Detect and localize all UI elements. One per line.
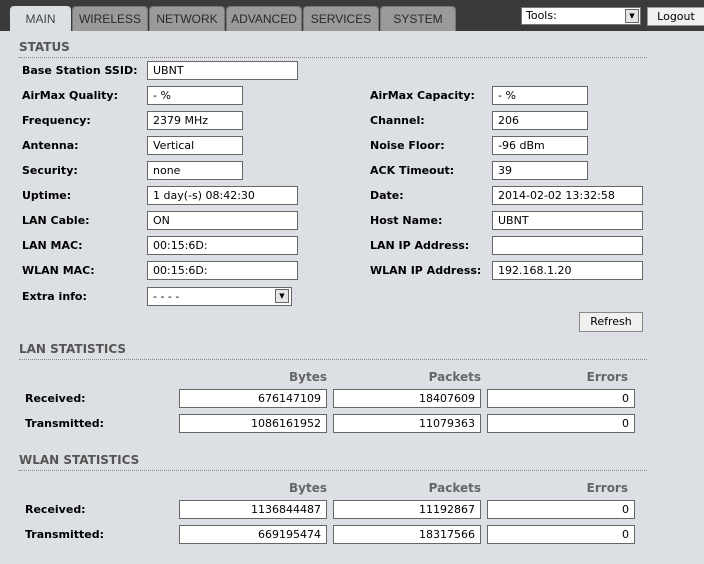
row-label: Received: bbox=[25, 503, 86, 516]
field-value: UBNT bbox=[492, 211, 643, 230]
field-value: 206 bbox=[492, 111, 588, 130]
field-label: AirMax Capacity: bbox=[370, 89, 475, 102]
field-value: UBNT bbox=[147, 61, 298, 80]
field-label: Base Station SSID: bbox=[22, 64, 138, 77]
chevron-down-icon[interactable]: ▼ bbox=[625, 9, 639, 23]
field-label: Uptime: bbox=[22, 189, 72, 202]
logout-button[interactable]: Logout bbox=[647, 7, 704, 26]
chevron-down-icon[interactable]: ▼ bbox=[275, 289, 289, 303]
field-label: WLAN IP Address: bbox=[370, 264, 482, 277]
divider bbox=[19, 57, 647, 58]
field-label: Antenna: bbox=[22, 139, 79, 152]
stat-value: 0 bbox=[487, 500, 635, 519]
field-label: WLAN MAC: bbox=[22, 264, 95, 277]
column-header-packets: Packets bbox=[428, 481, 481, 495]
field-label: AirMax Quality: bbox=[22, 89, 118, 102]
tools-label: Tools: bbox=[526, 9, 557, 22]
tab-system[interactable]: SYSTEM bbox=[380, 6, 456, 31]
column-header-errors: Errors bbox=[586, 481, 628, 495]
field-label: Frequency: bbox=[22, 114, 91, 127]
field-value: 192.168.1.20 bbox=[492, 261, 643, 280]
field-value: 2379 MHz bbox=[147, 111, 243, 130]
wlan-statistics-title: WLAN STATISTICS bbox=[19, 453, 140, 467]
stat-value: 0 bbox=[487, 525, 635, 544]
field-value: - % bbox=[147, 86, 243, 105]
tools-select[interactable]: Tools: ▼ bbox=[521, 7, 641, 25]
field-value: 1 day(-s) 08:42:30 bbox=[147, 186, 298, 205]
field-label: Security: bbox=[22, 164, 78, 177]
field-label: LAN IP Address: bbox=[370, 239, 470, 252]
stat-value: 0 bbox=[487, 389, 635, 408]
field-label: Date: bbox=[370, 189, 404, 202]
extra-info-select[interactable]: - - - - bbox=[147, 287, 292, 306]
field-value: 2014-02-02 13:32:58 bbox=[492, 186, 643, 205]
lan-statistics-title: LAN STATISTICS bbox=[19, 342, 127, 356]
field-label: LAN Cable: bbox=[22, 214, 90, 227]
field-label: LAN MAC: bbox=[22, 239, 83, 252]
stat-value: 0 bbox=[487, 414, 635, 433]
field-value: -96 dBm bbox=[492, 136, 588, 155]
field-value: 00:15:6D: bbox=[147, 236, 298, 255]
stat-value: 18317566 bbox=[333, 525, 481, 544]
stat-value: 11192867 bbox=[333, 500, 481, 519]
refresh-button[interactable]: Refresh bbox=[579, 312, 643, 332]
tab-network[interactable]: NETWORK bbox=[149, 6, 225, 31]
field-value: 00:15:6D: bbox=[147, 261, 298, 280]
field-value: ON bbox=[147, 211, 298, 230]
row-label: Received: bbox=[25, 392, 86, 405]
stat-value: 1136844487 bbox=[179, 500, 327, 519]
divider bbox=[19, 470, 647, 471]
stat-value: 669195474 bbox=[179, 525, 327, 544]
tab-main[interactable]: MAIN bbox=[10, 6, 71, 32]
field-label: ACK Timeout: bbox=[370, 164, 455, 177]
column-header-bytes: Bytes bbox=[289, 481, 327, 495]
stat-value: 1086161952 bbox=[179, 414, 327, 433]
tab-advanced[interactable]: ADVANCED bbox=[226, 6, 302, 31]
field-label: Noise Floor: bbox=[370, 139, 445, 152]
field-value: - % bbox=[492, 86, 588, 105]
field-value: none bbox=[147, 161, 243, 180]
column-header-packets: Packets bbox=[428, 370, 481, 384]
field-label: Extra info: bbox=[22, 290, 87, 303]
field-value: 39 bbox=[492, 161, 588, 180]
field-value bbox=[492, 236, 643, 255]
stat-value: 676147109 bbox=[179, 389, 327, 408]
stat-value: 18407609 bbox=[333, 389, 481, 408]
tab-wireless[interactable]: WIRELESS bbox=[72, 6, 148, 31]
field-label: Host Name: bbox=[370, 214, 443, 227]
tab-services[interactable]: SERVICES bbox=[303, 6, 379, 31]
column-header-errors: Errors bbox=[586, 370, 628, 384]
row-label: Transmitted: bbox=[25, 417, 105, 430]
row-label: Transmitted: bbox=[25, 528, 105, 541]
field-label: Channel: bbox=[370, 114, 425, 127]
divider bbox=[19, 359, 647, 360]
status-title: STATUS bbox=[19, 40, 70, 54]
stat-value: 11079363 bbox=[333, 414, 481, 433]
field-value: Vertical bbox=[147, 136, 243, 155]
column-header-bytes: Bytes bbox=[289, 370, 327, 384]
